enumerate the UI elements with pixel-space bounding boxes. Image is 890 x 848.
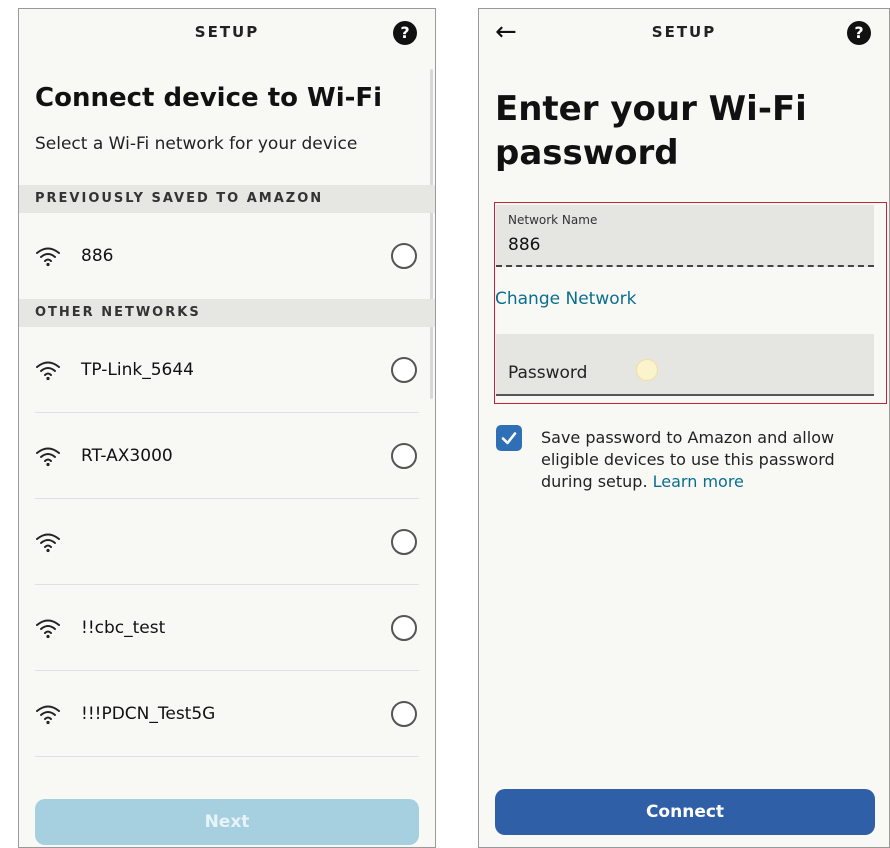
- password-screen: ← SETUP ? Enter your Wi-Fi password Netw…: [478, 8, 890, 848]
- network-name-label: Network Name: [508, 213, 598, 227]
- save-password-text: Save password to Amazon and allow eligib…: [541, 427, 861, 493]
- wifi-icon: [36, 247, 60, 267]
- page-title: Connect device to Wi-Fi: [35, 83, 383, 113]
- page-subtitle: Select a Wi-Fi network for your device: [35, 134, 358, 154]
- page-title: Enter your Wi-Fi password: [495, 89, 807, 173]
- section-header-other: OTHER NETWORKS: [19, 299, 435, 327]
- section-header-saved: PREVIOUSLY SAVED TO AMAZON: [19, 185, 435, 213]
- network-select-screen: SETUP ? Connect device to Wi-Fi Select a…: [18, 8, 436, 848]
- network-radio[interactable]: [391, 528, 417, 555]
- network-row[interactable]: 886: [35, 213, 419, 299]
- next-button[interactable]: Next: [35, 799, 419, 845]
- network-radio[interactable]: [391, 700, 417, 727]
- network-row[interactable]: [35, 499, 419, 585]
- network-radio[interactable]: [391, 614, 417, 641]
- learn-more-link[interactable]: Learn more: [653, 472, 744, 491]
- network-name: !!!PDCN_Test5G: [81, 703, 216, 724]
- password-input[interactable]: Password: [496, 334, 874, 396]
- checkmark-icon: [501, 432, 517, 445]
- network-row[interactable]: !!cbc_test: [35, 585, 419, 671]
- setup-title: SETUP: [194, 23, 260, 41]
- network-name: 886: [81, 246, 114, 266]
- network-name: RT-AX3000: [81, 445, 173, 466]
- wifi-icon: [36, 705, 60, 724]
- password-placeholder: Password: [508, 363, 588, 383]
- wifi-icon: [36, 361, 60, 380]
- network-radio[interactable]: [391, 356, 417, 383]
- change-network-link[interactable]: Change Network: [495, 289, 636, 309]
- help-icon[interactable]: ?: [847, 21, 871, 45]
- save-password-checkbox[interactable]: [496, 425, 522, 451]
- network-row[interactable]: !!!PDCN_Test5G: [35, 671, 419, 757]
- touch-indicator: [636, 359, 658, 381]
- wifi-icon: [36, 533, 60, 552]
- network-name: TP-Link_5644: [81, 359, 194, 380]
- network-name-value: 886: [508, 235, 541, 255]
- help-icon[interactable]: ?: [393, 21, 417, 45]
- network-row[interactable]: TP-Link_5644: [35, 327, 419, 413]
- wifi-icon: [36, 447, 60, 466]
- connect-button[interactable]: Connect: [495, 789, 875, 835]
- network-radio[interactable]: [391, 442, 417, 469]
- wifi-icon: [36, 619, 60, 638]
- network-name: !!cbc_test: [81, 617, 166, 638]
- network-row[interactable]: RT-AX3000: [35, 413, 419, 499]
- scrollbar[interactable]: [430, 69, 433, 399]
- network-radio[interactable]: [391, 243, 417, 269]
- network-name-field: Network Name 886: [496, 205, 874, 267]
- setup-title: SETUP: [651, 23, 717, 41]
